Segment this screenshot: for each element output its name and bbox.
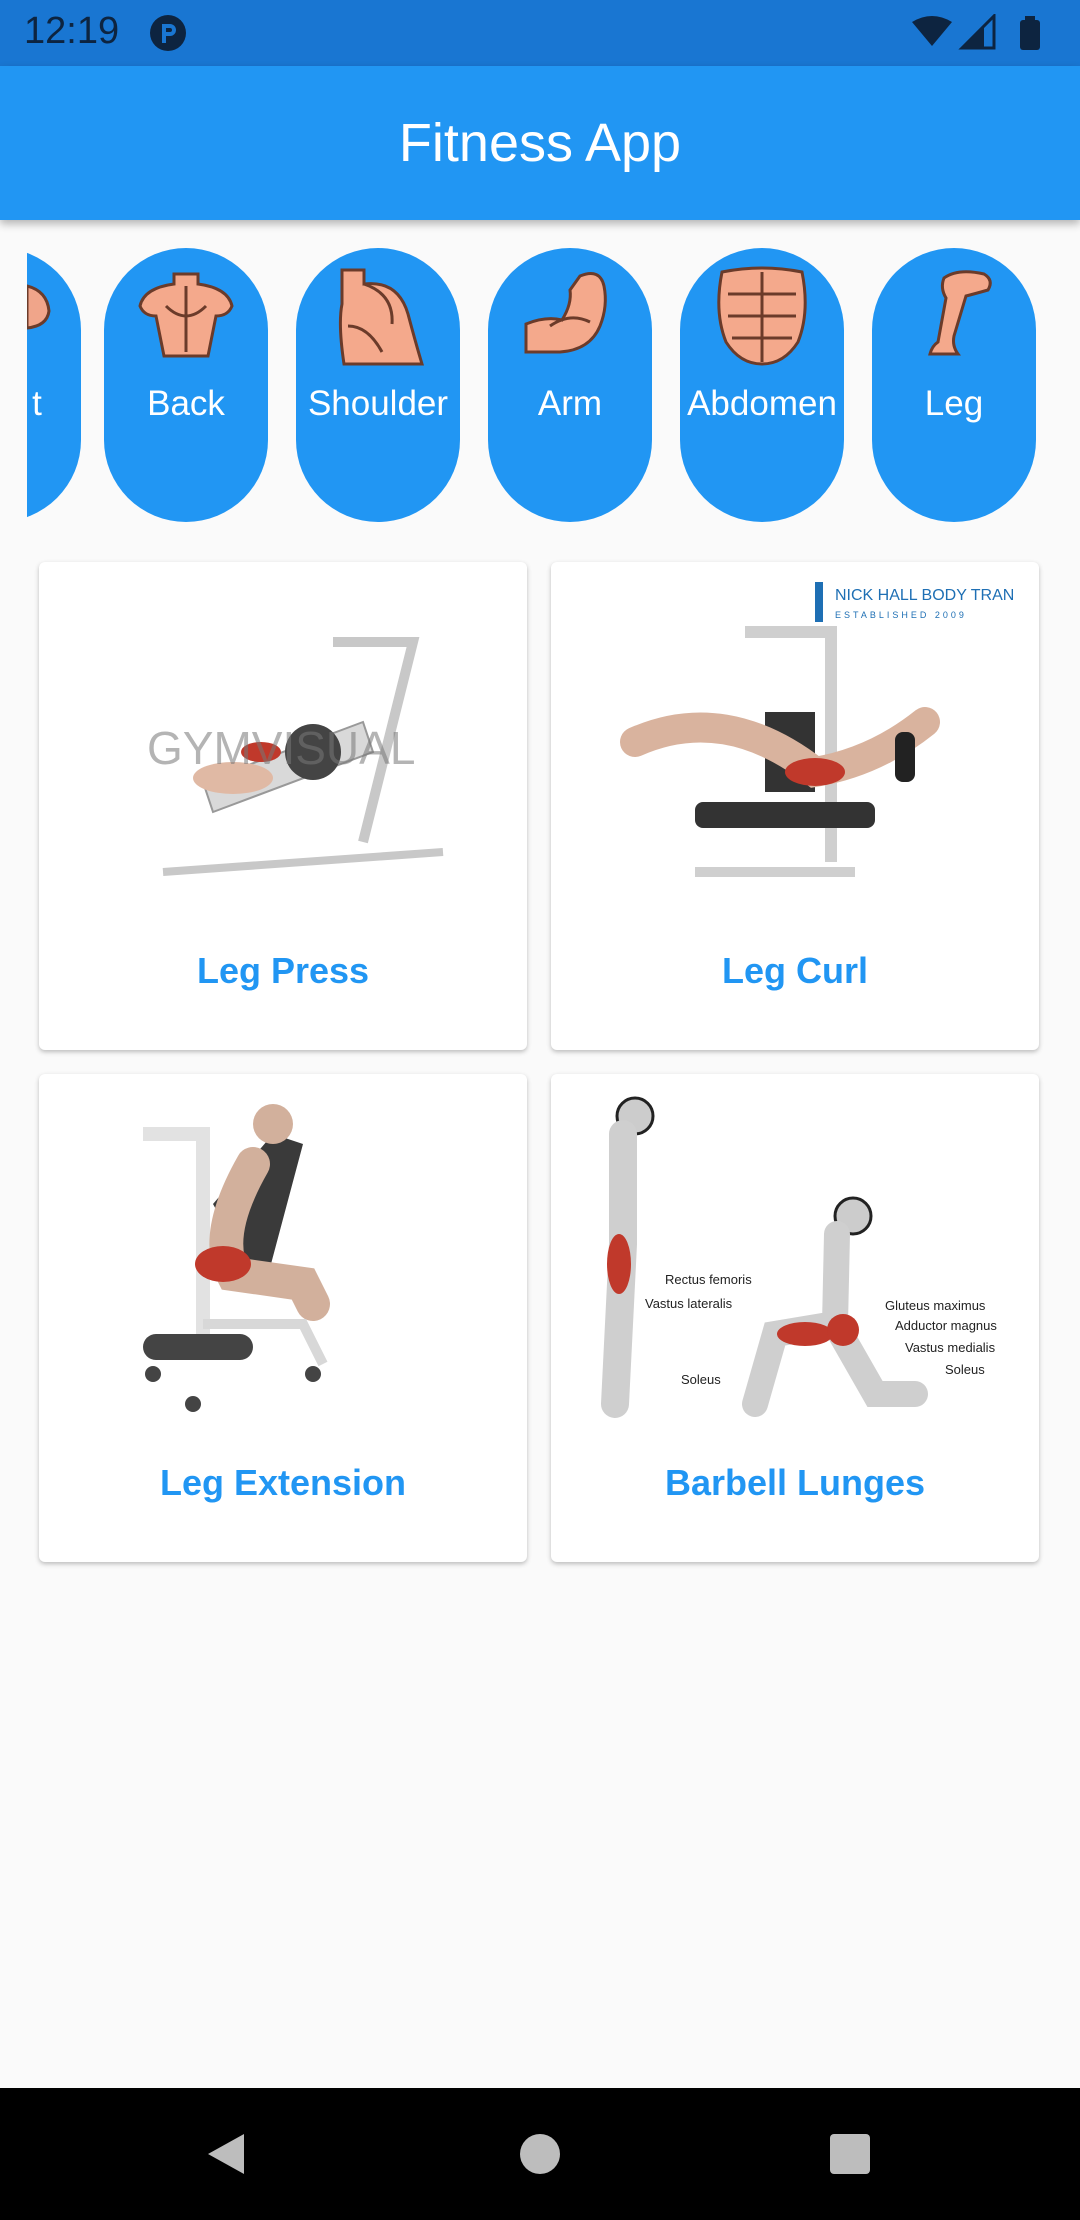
- leg-icon: [928, 270, 992, 356]
- exercise-card-leg-extension[interactable]: Leg Extension: [39, 1074, 527, 1562]
- category-label: Abdomen: [687, 384, 837, 423]
- watermark-subtext: ESTABLISHED 2009: [835, 610, 967, 620]
- signal-icon: [958, 14, 996, 50]
- category-label: Arm: [537, 384, 603, 423]
- arm-biceps-icon: [524, 272, 607, 354]
- app-notification-icon: [150, 15, 186, 51]
- shoulder-icon: [338, 268, 425, 366]
- exercise-card-leg-press[interactable]: GYMVISUAL Leg Press: [39, 562, 527, 1050]
- app-title: Fitness App: [398, 113, 682, 173]
- back-nav-icon[interactable]: [198, 2126, 254, 2182]
- annotation-label: Rectus femoris: [665, 1272, 752, 1287]
- battery-icon: [1020, 16, 1040, 50]
- category-leg[interactable]: Leg: [872, 248, 1036, 522]
- status-bar: 12:19: [0, 0, 1080, 66]
- category-list[interactable]: t Back Shoulder Arm Abdomen Leg: [27, 248, 1080, 524]
- annotation-label: Vastus lateralis: [645, 1296, 733, 1311]
- category-label: Shoulder: [307, 384, 449, 423]
- status-icons: [912, 14, 1040, 50]
- watermark-text: GYMVISUAL: [147, 722, 415, 774]
- exercise-title: Leg Press: [196, 950, 370, 991]
- back-muscle-icon: [138, 272, 234, 358]
- exercise-card-barbell-lunges[interactable]: Rectus femoris Vastus lateralis Gluteus …: [551, 1074, 1039, 1562]
- leg-extension-illustration: [63, 1094, 503, 1424]
- exercise-title: Barbell Lunges: [664, 1462, 926, 1503]
- leg-press-illustration: GYMVISUAL: [63, 582, 503, 912]
- watermark-text: NICK HALL BODY TRANSFORMATIONS: [835, 587, 1015, 604]
- system-nav-bar: [0, 2088, 1080, 2220]
- wifi-icon: [912, 16, 952, 46]
- annotation-label: Gluteus maximus: [885, 1298, 986, 1313]
- chest-icon: [27, 284, 51, 330]
- category-label: Back: [147, 384, 225, 423]
- annotation-label: Soleus: [945, 1362, 985, 1377]
- exercise-title: Leg Extension: [159, 1462, 407, 1503]
- annotation-label: Soleus: [681, 1372, 721, 1387]
- app-bar: Fitness App: [0, 66, 1080, 220]
- status-time: 12:19: [24, 10, 120, 52]
- category-chest[interactable]: t: [27, 248, 81, 522]
- category-label: t: [32, 384, 42, 423]
- leg-curl-illustration: NICK HALL BODY TRANSFORMATIONS ESTABLISH…: [575, 582, 1015, 912]
- barbell-lunges-illustration: Rectus femoris Vastus lateralis Gluteus …: [575, 1094, 1015, 1424]
- category-abdomen[interactable]: Abdomen: [680, 248, 844, 522]
- category-shoulder[interactable]: Shoulder: [296, 248, 460, 522]
- recents-nav-icon[interactable]: [822, 2126, 878, 2182]
- exercise-title: Leg Curl: [721, 950, 868, 991]
- category-back[interactable]: Back: [104, 248, 268, 522]
- annotation-label: Vastus medialis: [905, 1340, 996, 1355]
- home-nav-icon[interactable]: [512, 2126, 568, 2182]
- category-arm[interactable]: Arm: [488, 248, 652, 522]
- category-label: Leg: [924, 384, 984, 423]
- exercise-card-leg-curl[interactable]: NICK HALL BODY TRANSFORMATIONS ESTABLISH…: [551, 562, 1039, 1050]
- abdomen-icon: [717, 266, 807, 366]
- annotation-label: Adductor magnus: [895, 1318, 997, 1333]
